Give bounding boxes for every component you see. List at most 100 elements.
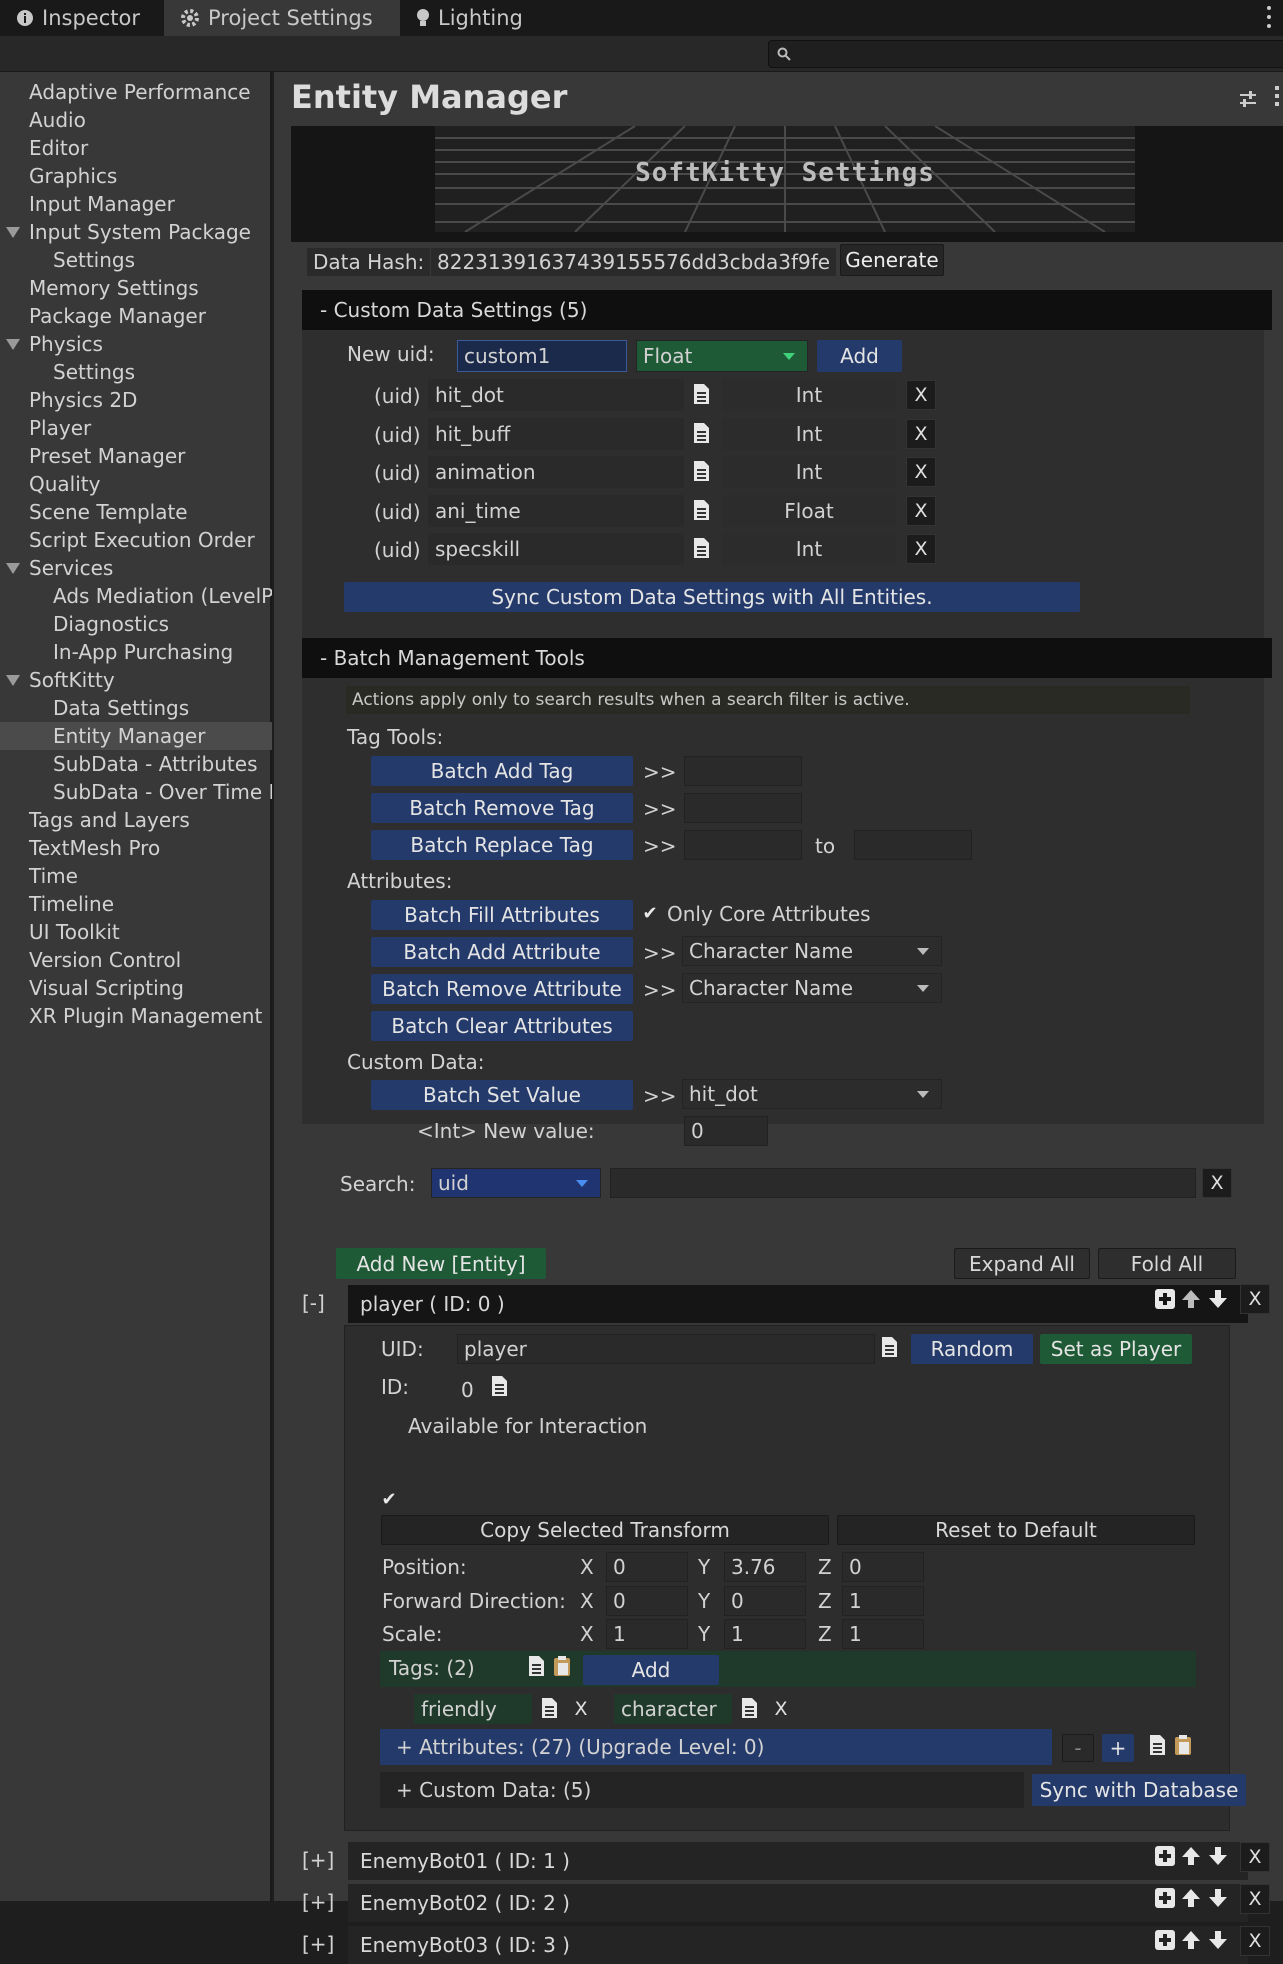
entity-toggle[interactable]: [+]	[302, 1890, 334, 1914]
move-up-icon[interactable]	[1181, 1888, 1201, 1908]
sidebar-item[interactable]: SubData - Over Time I	[0, 778, 272, 806]
duplicate-icon[interactable]	[1154, 1887, 1176, 1909]
replace-tag-to-input[interactable]	[854, 830, 972, 860]
expand-triangle-icon[interactable]	[6, 339, 20, 350]
entity-header[interactable]: EnemyBot01 ( ID: 1 )	[348, 1842, 1248, 1880]
sidebar-item[interactable]: Settings	[0, 246, 272, 274]
sidebar-item[interactable]: Ads Mediation (LevelP	[0, 582, 272, 610]
remove-custom-data-button[interactable]: X	[906, 418, 936, 449]
add-new-entity-button[interactable]: Add New [Entity]	[336, 1248, 546, 1279]
batch-tools-header[interactable]: - Batch Management Tools	[302, 638, 1272, 678]
sidebar-item[interactable]: Physics 2D	[0, 386, 272, 414]
transform-z-input[interactable]: 1	[842, 1585, 924, 1616]
entity-search-input[interactable]	[610, 1168, 1196, 1198]
delete-entity-button[interactable]: X	[1240, 1884, 1270, 1914]
transform-z-input[interactable]: 1	[842, 1619, 924, 1649]
batch-remove-tag-button[interactable]: Batch Remove Tag	[371, 793, 633, 823]
move-up-icon[interactable]	[1181, 1289, 1201, 1309]
batch-remove-attribute-button[interactable]: Batch Remove Attribute	[371, 974, 633, 1004]
paste-icon[interactable]	[553, 1655, 571, 1677]
sidebar-item[interactable]: Audio	[0, 106, 272, 134]
sidebar-item[interactable]: XR Plugin Management	[0, 1002, 272, 1030]
entity-toggle[interactable]: [-]	[302, 1291, 325, 1315]
sidebar-item[interactable]: Data Settings	[0, 694, 272, 722]
transform-y-input[interactable]: 0	[724, 1585, 806, 1616]
sidebar-item[interactable]: Script Execution Order	[0, 526, 272, 554]
copy-icon[interactable]	[692, 383, 710, 405]
transform-x-input[interactable]: 1	[606, 1619, 688, 1649]
sync-custom-data-button[interactable]: Sync Custom Data Settings with All Entit…	[344, 582, 1080, 612]
delete-entity-button[interactable]: X	[1240, 1284, 1270, 1314]
duplicate-icon[interactable]	[1154, 1288, 1176, 1310]
copy-icon[interactable]	[692, 422, 710, 444]
custom-data-settings-header[interactable]: - Custom Data Settings (5)	[302, 290, 1272, 330]
sidebar-item[interactable]: Adaptive Performance	[0, 78, 272, 106]
set-value-field-select[interactable]: hit_dot	[682, 1079, 942, 1109]
tab-inspector[interactable]: Inspector	[0, 0, 164, 36]
delete-entity-button[interactable]: X	[1240, 1926, 1270, 1956]
move-up-icon[interactable]	[1181, 1930, 1201, 1950]
copy-icon[interactable]	[880, 1336, 898, 1358]
delete-entity-button[interactable]: X	[1240, 1842, 1270, 1872]
move-down-icon[interactable]	[1208, 1846, 1228, 1866]
fold-all-button[interactable]: Fold All	[1098, 1248, 1236, 1279]
copy-icon[interactable]	[527, 1655, 545, 1677]
expand-triangle-icon[interactable]	[6, 675, 20, 686]
sidebar-item[interactable]: Timeline	[0, 890, 272, 918]
remove-custom-data-button[interactable]: X	[906, 380, 936, 410]
tab-project-settings[interactable]: Project Settings	[164, 0, 400, 36]
sync-with-database-button[interactable]: Sync with Database	[1032, 1774, 1246, 1806]
tab-lighting[interactable]: Lighting	[400, 0, 550, 36]
random-uid-button[interactable]: Random	[911, 1334, 1033, 1364]
copy-icon[interactable]	[692, 499, 710, 521]
remove-custom-data-button[interactable]: X	[906, 457, 936, 487]
remove-custom-data-button[interactable]: X	[906, 534, 936, 564]
custom-data-type-select[interactable]: Int	[722, 417, 896, 450]
duplicate-icon[interactable]	[1154, 1845, 1176, 1867]
custom-data-uid-input[interactable]: specskill	[428, 533, 684, 565]
batch-fill-attributes-button[interactable]: Batch Fill Attributes	[371, 900, 633, 930]
paste-icon[interactable]	[1174, 1734, 1192, 1756]
sidebar-item[interactable]: Version Control	[0, 946, 272, 974]
sidebar-item[interactable]: Diagnostics	[0, 610, 272, 638]
expand-triangle-icon[interactable]	[6, 563, 20, 574]
sidebar-item[interactable]: Visual Scripting	[0, 974, 272, 1002]
copy-icon[interactable]	[540, 1697, 558, 1719]
copy-icon[interactable]	[740, 1697, 758, 1719]
batch-add-tag-button[interactable]: Batch Add Tag	[371, 756, 633, 786]
copy-selected-transform-button[interactable]: Copy Selected Transform	[381, 1515, 829, 1545]
custom-data-type-select[interactable]: Int	[722, 533, 896, 565]
batch-set-value-button[interactable]: Batch Set Value	[371, 1080, 633, 1110]
batch-add-attribute-button[interactable]: Batch Add Attribute	[371, 937, 633, 967]
duplicate-icon[interactable]	[1154, 1929, 1176, 1951]
custom-data-type-select[interactable]: Int	[722, 456, 896, 488]
copy-icon[interactable]	[490, 1375, 508, 1397]
set-as-player-button[interactable]: Set as Player	[1040, 1334, 1192, 1364]
sidebar-item[interactable]: Services	[0, 554, 272, 582]
remove-tag-input[interactable]	[684, 793, 802, 823]
expand-all-button[interactable]: Expand All	[954, 1248, 1090, 1279]
expand-triangle-icon[interactable]	[6, 227, 20, 238]
add-tag-input[interactable]	[684, 756, 802, 786]
more-menu-icon[interactable]	[1267, 6, 1271, 30]
tag-chip[interactable]: friendly	[414, 1694, 532, 1724]
sidebar-item[interactable]: Physics	[0, 330, 272, 358]
sidebar-item[interactable]: Tags and Layers	[0, 806, 272, 834]
custom-data-type-select[interactable]: Float	[722, 494, 896, 527]
sidebar-item[interactable]: Package Manager	[0, 302, 272, 330]
sidebar-item[interactable]: Scene Template	[0, 498, 272, 526]
new-uid-type-select[interactable]: Float	[636, 340, 808, 372]
sidebar-item[interactable]: Graphics	[0, 162, 272, 190]
more-options-icon[interactable]	[1275, 86, 1279, 108]
preset-sliders-icon[interactable]	[1238, 90, 1258, 108]
new-value-input[interactable]: 0	[684, 1116, 768, 1146]
clear-search-button[interactable]: X	[1202, 1168, 1232, 1198]
transform-y-input[interactable]: 1	[724, 1619, 806, 1649]
entity-toggle[interactable]: [+]	[302, 1848, 334, 1872]
entity-uid-input[interactable]: player	[457, 1334, 875, 1364]
generate-button[interactable]: Generate	[840, 244, 944, 276]
transform-z-input[interactable]: 0	[842, 1552, 924, 1582]
transform-y-input[interactable]: 3.76	[724, 1552, 806, 1582]
move-down-icon[interactable]	[1208, 1289, 1228, 1309]
custom-data-uid-input[interactable]: hit_buff	[428, 417, 684, 450]
